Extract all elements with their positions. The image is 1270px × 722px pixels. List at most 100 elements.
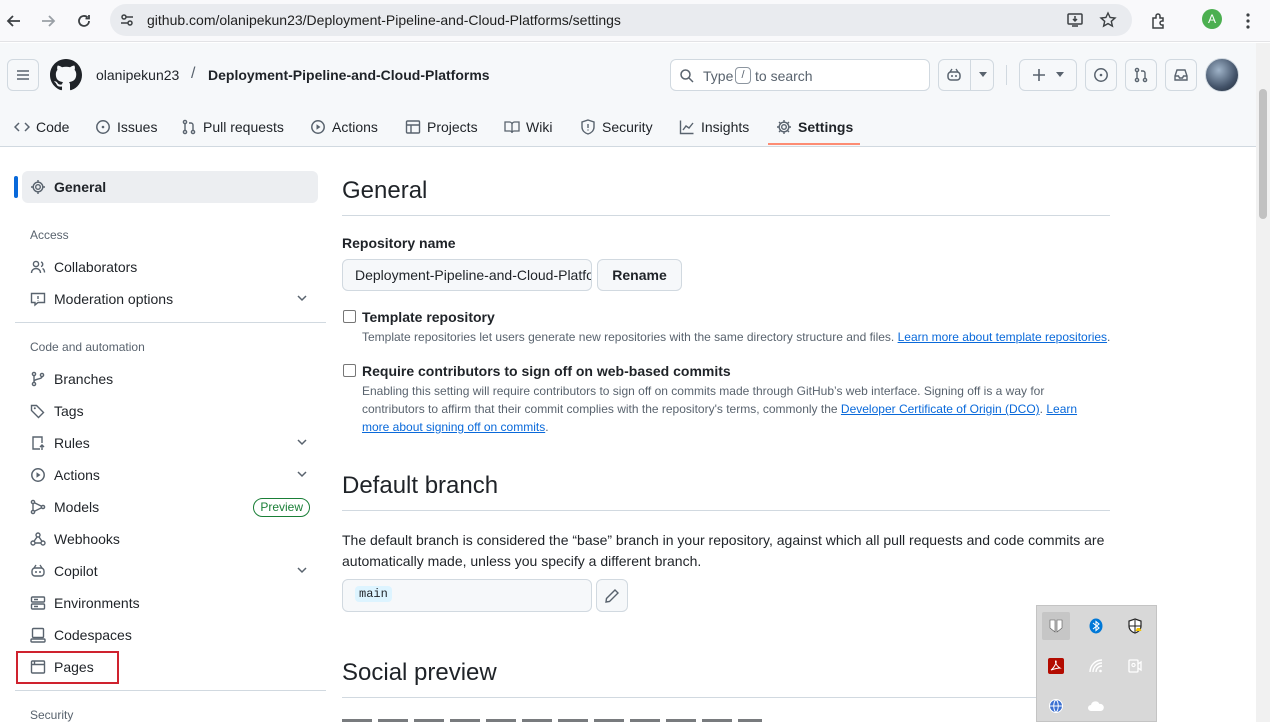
tab-settings[interactable]: Settings bbox=[768, 109, 861, 145]
selected-indicator bbox=[14, 176, 18, 198]
tab-code[interactable]: Code bbox=[6, 109, 77, 145]
back-icon[interactable] bbox=[0, 7, 28, 35]
template-learn-more-link[interactable]: Learn more about template repositories bbox=[898, 330, 1107, 344]
sidebar-item-codespaces[interactable]: Codespaces bbox=[22, 619, 318, 651]
sidebar-branches-label: Branches bbox=[54, 371, 114, 387]
tab-actions[interactable]: Actions bbox=[302, 109, 386, 145]
rename-button[interactable]: Rename bbox=[597, 259, 682, 291]
system-tray-overflow bbox=[1036, 605, 1157, 722]
tab-pull-requests[interactable]: Pull requests bbox=[173, 109, 292, 145]
signoff-label: Require contributors to sign off on web-… bbox=[362, 363, 731, 379]
github-header: olanipekun23 / Deployment-Pipeline-and-C… bbox=[0, 43, 1256, 147]
search-prefix: Type bbox=[703, 68, 734, 84]
sidebar-moderation-label: Moderation options bbox=[54, 291, 174, 307]
meet-now-icon[interactable] bbox=[1121, 652, 1149, 680]
server-icon bbox=[30, 596, 46, 610]
tab-insights[interactable]: Insights bbox=[671, 109, 757, 145]
repo-name-link[interactable]: Deployment-Pipeline-and-Cloud-Platforms bbox=[208, 67, 490, 83]
tab-actions-label: Actions bbox=[332, 119, 378, 135]
tab-projects[interactable]: Projects bbox=[397, 109, 486, 145]
search-input[interactable]: Type / to search bbox=[670, 59, 930, 91]
play-icon bbox=[31, 468, 45, 482]
sidebar-models-label: Models bbox=[54, 499, 100, 515]
dco-link[interactable]: Developer Certificate of Origin (DCO) bbox=[841, 402, 1040, 416]
plus-icon bbox=[1033, 69, 1045, 81]
default-branch-name: main bbox=[355, 586, 392, 602]
sidebar-item-actions[interactable]: Actions bbox=[22, 459, 318, 491]
acrobat-icon[interactable] bbox=[1042, 652, 1070, 680]
copilot-menu-button[interactable] bbox=[938, 59, 994, 91]
github-logo-icon[interactable] bbox=[50, 59, 82, 91]
sidebar-item-rules[interactable]: Rules bbox=[22, 427, 318, 459]
template-repository-checkbox[interactable] bbox=[343, 310, 356, 323]
create-new-button[interactable] bbox=[1019, 59, 1077, 91]
social-preview-description-cutoff bbox=[342, 713, 762, 722]
profile-avatar[interactable]: A bbox=[1202, 9, 1222, 29]
default-branch-field: main bbox=[342, 579, 592, 612]
scrollbar-thumb[interactable] bbox=[1259, 89, 1267, 219]
copilot-icon bbox=[31, 564, 45, 577]
user-avatar[interactable] bbox=[1205, 58, 1239, 92]
sidebar-collaborators-label: Collaborators bbox=[54, 259, 138, 275]
repo-name-label: Repository name bbox=[342, 235, 456, 251]
issues-icon[interactable] bbox=[1085, 59, 1117, 91]
tab-wiki-label: Wiki bbox=[526, 119, 553, 135]
tab-projects-label: Projects bbox=[427, 119, 478, 135]
chevron-down-icon bbox=[297, 439, 307, 446]
forward-icon[interactable] bbox=[34, 7, 62, 35]
tray-app-icon[interactable] bbox=[1042, 612, 1070, 640]
tab-security[interactable]: Security bbox=[572, 109, 661, 145]
sidebar-codespaces-label: Codespaces bbox=[54, 627, 132, 643]
reload-icon[interactable] bbox=[70, 7, 98, 35]
sidebar-item-general[interactable]: General bbox=[22, 171, 318, 203]
gear-icon bbox=[31, 180, 45, 194]
sidebar-item-environments[interactable]: Environments bbox=[22, 587, 318, 619]
chevron-down-icon bbox=[1056, 72, 1064, 77]
code-icon bbox=[14, 122, 30, 132]
branch-icon bbox=[31, 371, 45, 387]
browser-menu-icon[interactable] bbox=[1234, 7, 1262, 35]
general-title: General bbox=[342, 177, 428, 204]
sidebar-item-branches[interactable]: Branches bbox=[22, 363, 318, 395]
extensions-icon[interactable] bbox=[1145, 7, 1173, 35]
security-shield-icon[interactable] bbox=[1121, 612, 1149, 640]
edit-default-branch-button[interactable] bbox=[596, 579, 628, 612]
breadcrumb-separator: / bbox=[191, 65, 196, 82]
shield-icon bbox=[581, 119, 595, 135]
onedrive-cloud-icon[interactable] bbox=[1082, 692, 1110, 720]
signoff-checkbox[interactable] bbox=[343, 364, 356, 377]
tab-wiki[interactable]: Wiki bbox=[496, 109, 560, 145]
sidebar-item-copilot[interactable]: Copilot bbox=[22, 555, 318, 587]
sidebar-item-tags[interactable]: Tags bbox=[22, 395, 318, 427]
address-bar[interactable]: github.com/olanipekun23/Deployment-Pipel… bbox=[110, 4, 1132, 36]
repo-name-input[interactable]: Deployment-Pipeline-and-Cloud-Platforms bbox=[342, 259, 592, 291]
bookmark-star-icon[interactable] bbox=[1099, 11, 1117, 29]
issue-icon bbox=[96, 120, 110, 134]
signoff-learn-more-link[interactable]: Learn bbox=[1046, 402, 1077, 416]
sidebar-item-moderation[interactable]: Moderation options bbox=[22, 283, 318, 315]
pencil-icon bbox=[605, 588, 619, 603]
sidebar-item-models[interactable]: Models Preview bbox=[22, 491, 318, 523]
wifi-icon[interactable] bbox=[1082, 652, 1110, 680]
search-icon bbox=[679, 68, 695, 84]
pull-requests-icon[interactable] bbox=[1125, 59, 1157, 91]
site-info-icon[interactable] bbox=[119, 12, 135, 28]
tab-issues[interactable]: Issues bbox=[87, 109, 165, 145]
sidebar-webhooks-label: Webhooks bbox=[54, 531, 120, 547]
globe-icon[interactable] bbox=[1042, 692, 1070, 720]
sidebar-item-webhooks[interactable]: Webhooks bbox=[22, 523, 318, 555]
webhook-icon bbox=[30, 532, 46, 546]
repo-owner-link[interactable]: olanipekun23 bbox=[96, 67, 179, 83]
inbox-icon[interactable] bbox=[1165, 59, 1197, 91]
report-icon bbox=[30, 292, 46, 307]
sidebar-item-collaborators[interactable]: Collaborators bbox=[22, 251, 318, 283]
sidebar-rules-label: Rules bbox=[54, 435, 90, 451]
graph-icon bbox=[679, 120, 694, 135]
search-suffix: to search bbox=[755, 68, 813, 84]
install-app-icon[interactable] bbox=[1066, 11, 1084, 29]
codespaces-icon bbox=[30, 627, 46, 643]
signoff-learn-more-link-cont[interactable]: more about signing off on commits bbox=[362, 420, 545, 434]
bluetooth-icon[interactable] bbox=[1082, 612, 1110, 640]
page-scrollbar[interactable] bbox=[1256, 43, 1270, 722]
hamburger-menu-icon[interactable] bbox=[7, 59, 39, 91]
